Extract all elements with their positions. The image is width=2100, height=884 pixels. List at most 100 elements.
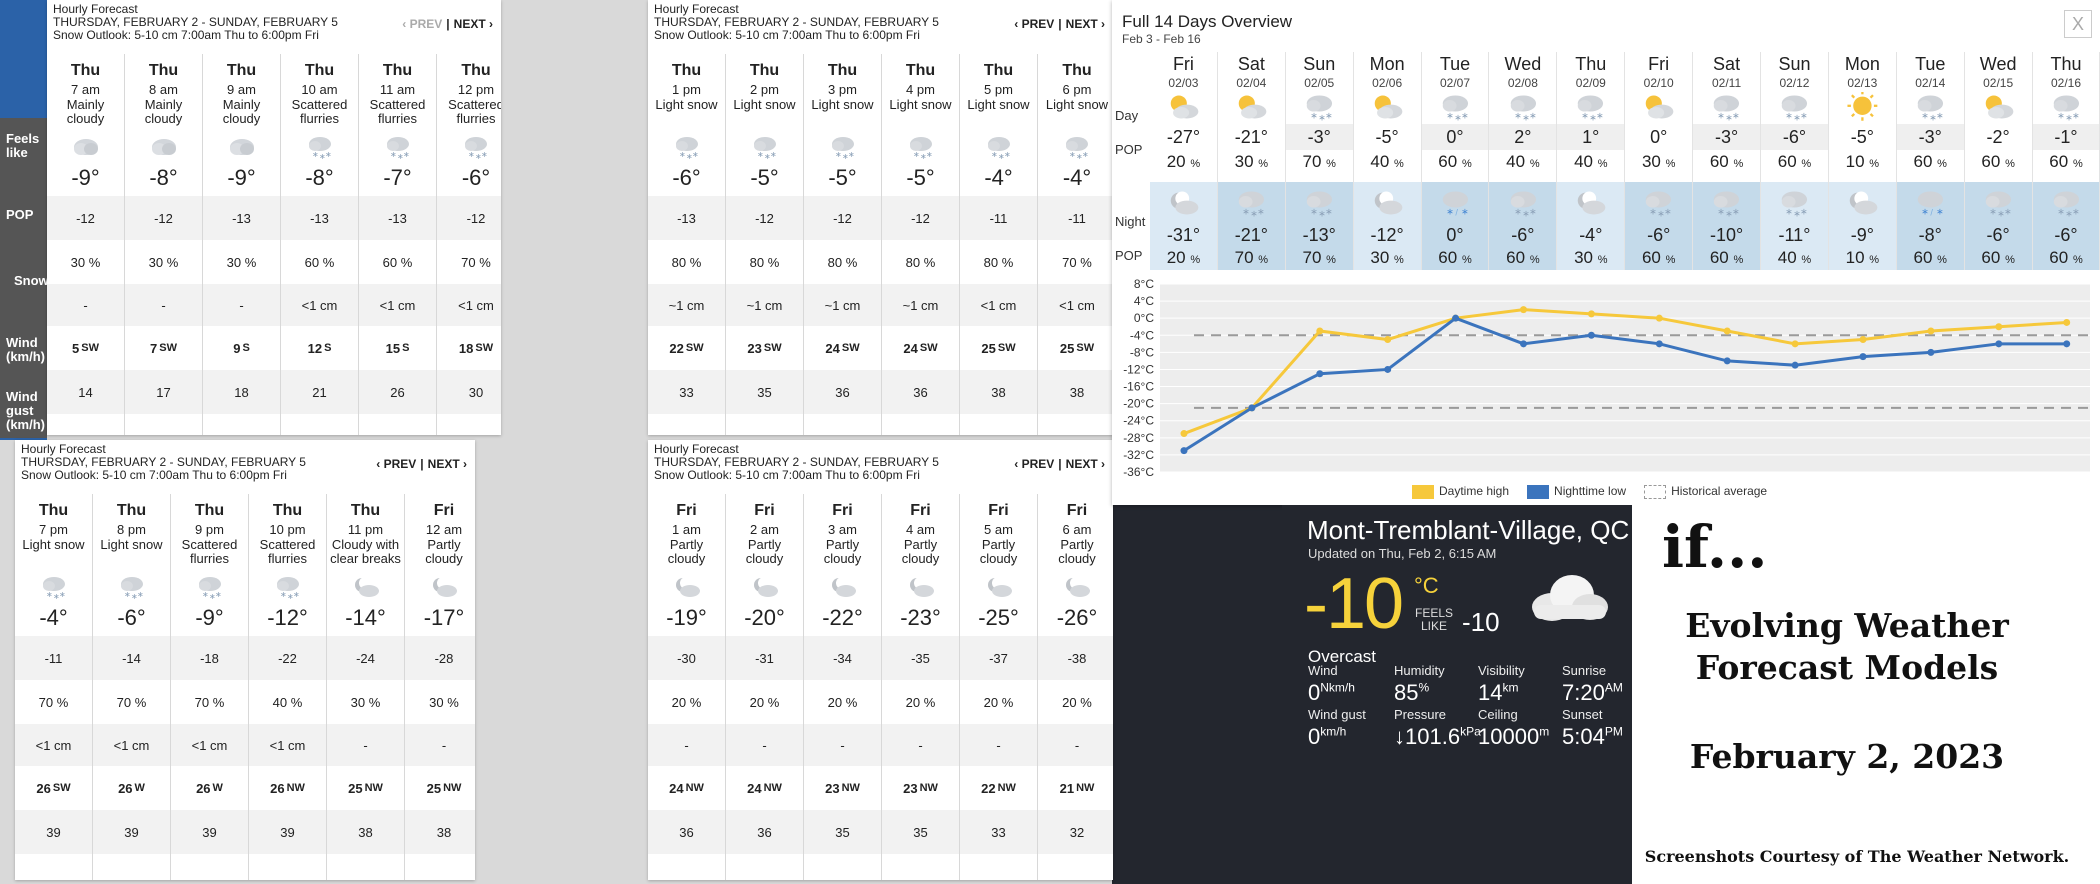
hour-column: Thu 11 pm Cloudy with clear breaks -14° -24 3… xyxy=(327,494,405,880)
svg-text:∗: ∗ xyxy=(390,150,397,159)
stat-label: Sunset xyxy=(1562,707,1603,722)
legend-low: Nighttime low xyxy=(1527,484,1626,499)
next-button[interactable]: NEXT › xyxy=(454,18,493,31)
svg-text:∗: ∗ xyxy=(1732,206,1740,216)
y-tick-label: -8°C xyxy=(1130,345,1154,359)
y-tick-label: -4°C xyxy=(1130,328,1154,342)
prev-button[interactable]: ‹ PREV xyxy=(1014,18,1054,31)
stat-value: 7:20 xyxy=(1562,680,1605,705)
cloudy-icon xyxy=(148,134,180,160)
snow-icon-svg: ∗ ∗ ∗ xyxy=(1510,95,1536,122)
overview-night-pop-value: 70 xyxy=(1302,248,1322,267)
hour-pop: 80 % xyxy=(960,240,1037,284)
snow-icon-svg: ∗ ∗ ∗ xyxy=(276,577,299,600)
note-if: if... xyxy=(1662,513,1768,581)
hour-wind-speed: 26 xyxy=(36,780,51,796)
hourly-panel-3: Hourly Forecast THURSDAY, FEBRUARY 2 - SU… xyxy=(15,440,475,880)
hour-time: 5 am xyxy=(984,522,1013,537)
note-date: February 2, 2023 xyxy=(1689,737,2005,776)
hour-temp: -9° xyxy=(227,165,256,190)
overview-day: Sat 02/11 ∗ ∗ ∗ -3° 60 % ∗ ∗ ∗ -10° 60 % xyxy=(1693,52,1762,270)
snow-icon-svg: ∗ ∗ ∗ xyxy=(1238,191,1265,218)
hour-condition: Light snow xyxy=(100,537,163,552)
overview-day-pop-value: 40 xyxy=(1370,152,1390,171)
snow-icon-svg: ∗ ∗ ∗ xyxy=(1985,191,2012,218)
svg-text:∗: ∗ xyxy=(1069,150,1076,159)
overview-day-pop-value: 40 xyxy=(1574,152,1593,171)
hour-condition: Light snow xyxy=(733,97,796,112)
hour-column: Thu 8 pm Light snow ∗ ∗ ∗ -6° -14 70 % <1 cm 26 W 39 xyxy=(93,494,171,880)
moon-cloud-icon-svg xyxy=(354,577,379,597)
overview-night-pop: 30 % xyxy=(1557,246,1625,270)
hour-snow: - xyxy=(804,724,881,766)
hour-wind-speed: 25 xyxy=(1059,340,1075,356)
hour-wind: 24 SW xyxy=(804,326,881,370)
hour-snow: ~1 cm xyxy=(804,284,881,326)
hour-day: Fri xyxy=(754,502,775,519)
overview-day: Mon 02/13 -5° 10 % -9° 10 % xyxy=(1828,52,1897,270)
nighttime-low-point xyxy=(1316,370,1324,378)
overview-night-pop: 60 % xyxy=(1625,246,1693,270)
hour-time: 9 pm xyxy=(195,522,224,537)
mixed-icon: ∗ / ∗ xyxy=(1896,182,1964,224)
svg-text:∗: ∗ xyxy=(835,150,842,159)
hour-time: 3 pm xyxy=(828,82,857,97)
overview-day-name: Sun xyxy=(1778,54,1811,74)
svg-text:∗: ∗ xyxy=(1004,150,1011,159)
hour-condition: Scattered flurries xyxy=(181,537,238,566)
hour-column: Thu 5 pm Light snow ∗ ∗ ∗ -4° -11 80 % <1 cm 25 SW 3… xyxy=(960,54,1038,435)
overview-day-pop: 70 % xyxy=(1286,150,1353,174)
overview-day: Fri 02/03 -27° 20 % -31° 20 % xyxy=(1150,52,1218,270)
stat-sunrise: Sunrise 7:20AM xyxy=(1562,663,1623,706)
overview-night-pop-value: 60 xyxy=(1709,248,1729,267)
snow-icon: ∗ ∗ ∗ xyxy=(460,134,492,160)
next-button[interactable]: NEXT › xyxy=(1066,18,1105,31)
next-button[interactable]: NEXT › xyxy=(428,458,467,471)
svg-text:∗: ∗ xyxy=(2057,110,2065,120)
snow-icon-svg: ∗ ∗ ∗ xyxy=(1917,95,1944,122)
stat-visibility: Visibility 14km xyxy=(1478,663,1525,706)
prev-button[interactable]: ‹ PREV xyxy=(402,18,442,31)
hourly-header: Hourly Forecast THURSDAY, FEBRUARY 2 - SU… xyxy=(47,0,501,46)
svg-text:∗: ∗ xyxy=(1989,206,1997,216)
overview-day-pop-value: 60 xyxy=(1913,152,1933,171)
sun-cloud-icon-svg xyxy=(1170,95,1199,119)
hour-pop: 30 % xyxy=(327,680,404,724)
sun-cloud-icon-svg xyxy=(1985,95,2014,119)
y-tick-label: -36°C xyxy=(1123,465,1154,479)
label-snow: Snow xyxy=(14,273,49,288)
hour-temp: -22° xyxy=(822,605,863,630)
hour-temp: -12° xyxy=(267,605,308,630)
hour-wind-speed: 26 xyxy=(118,780,133,796)
hour-column: Thu 10 am Scattered flurries ∗ ∗ ∗ -8° -13 60 % <… xyxy=(281,54,359,435)
svg-text:∗: ∗ xyxy=(1664,206,1672,216)
hour-wind: 25 NW xyxy=(327,766,404,810)
close-button[interactable]: X xyxy=(2064,10,2092,38)
hour-snow: ~1 cm xyxy=(882,284,959,326)
hour-wind-speed: 26 xyxy=(270,780,285,796)
hour-condition: Mainly cloudy xyxy=(222,97,261,126)
svg-text:∗: ∗ xyxy=(1325,206,1333,216)
hour-wind-dir: NW xyxy=(685,782,704,794)
nighttime-low-point xyxy=(1655,340,1663,348)
snow-icon-svg: ∗ ∗ ∗ xyxy=(2053,95,2079,122)
cloudy-icon-svg xyxy=(229,139,254,155)
prev-button[interactable]: ‹ PREV xyxy=(1014,458,1054,471)
y-tick-label: -32°C xyxy=(1123,448,1154,462)
next-button[interactable]: NEXT › xyxy=(1066,458,1105,471)
hour-wind-gust: 36 xyxy=(726,810,803,854)
pct-sign: % xyxy=(2072,254,2083,266)
stat-unit: km/h xyxy=(1328,680,1355,695)
hour-feels-like: -11 xyxy=(960,196,1037,240)
y-tick-label: -24°C xyxy=(1123,414,1154,428)
pct-sign: % xyxy=(1801,158,1812,170)
hour-time: 8 am xyxy=(149,82,178,97)
hourly-nav: ‹ PREV | NEXT › xyxy=(402,18,493,31)
overview-high: -3° xyxy=(1896,124,1964,150)
svg-text:∗: ∗ xyxy=(1921,206,1929,216)
hour-column: Fri 2 am Partly cloudy -20° -31 20 % -24 NW 36 xyxy=(726,494,804,880)
overview-day-name: Sat xyxy=(1237,54,1265,74)
current-conditions: Mont-Tremblant-Village, QC Updated on Th… xyxy=(1282,505,1632,884)
prev-button[interactable]: ‹ PREV xyxy=(376,458,416,471)
snow-icon-svg: ∗ ∗ ∗ xyxy=(198,577,221,600)
